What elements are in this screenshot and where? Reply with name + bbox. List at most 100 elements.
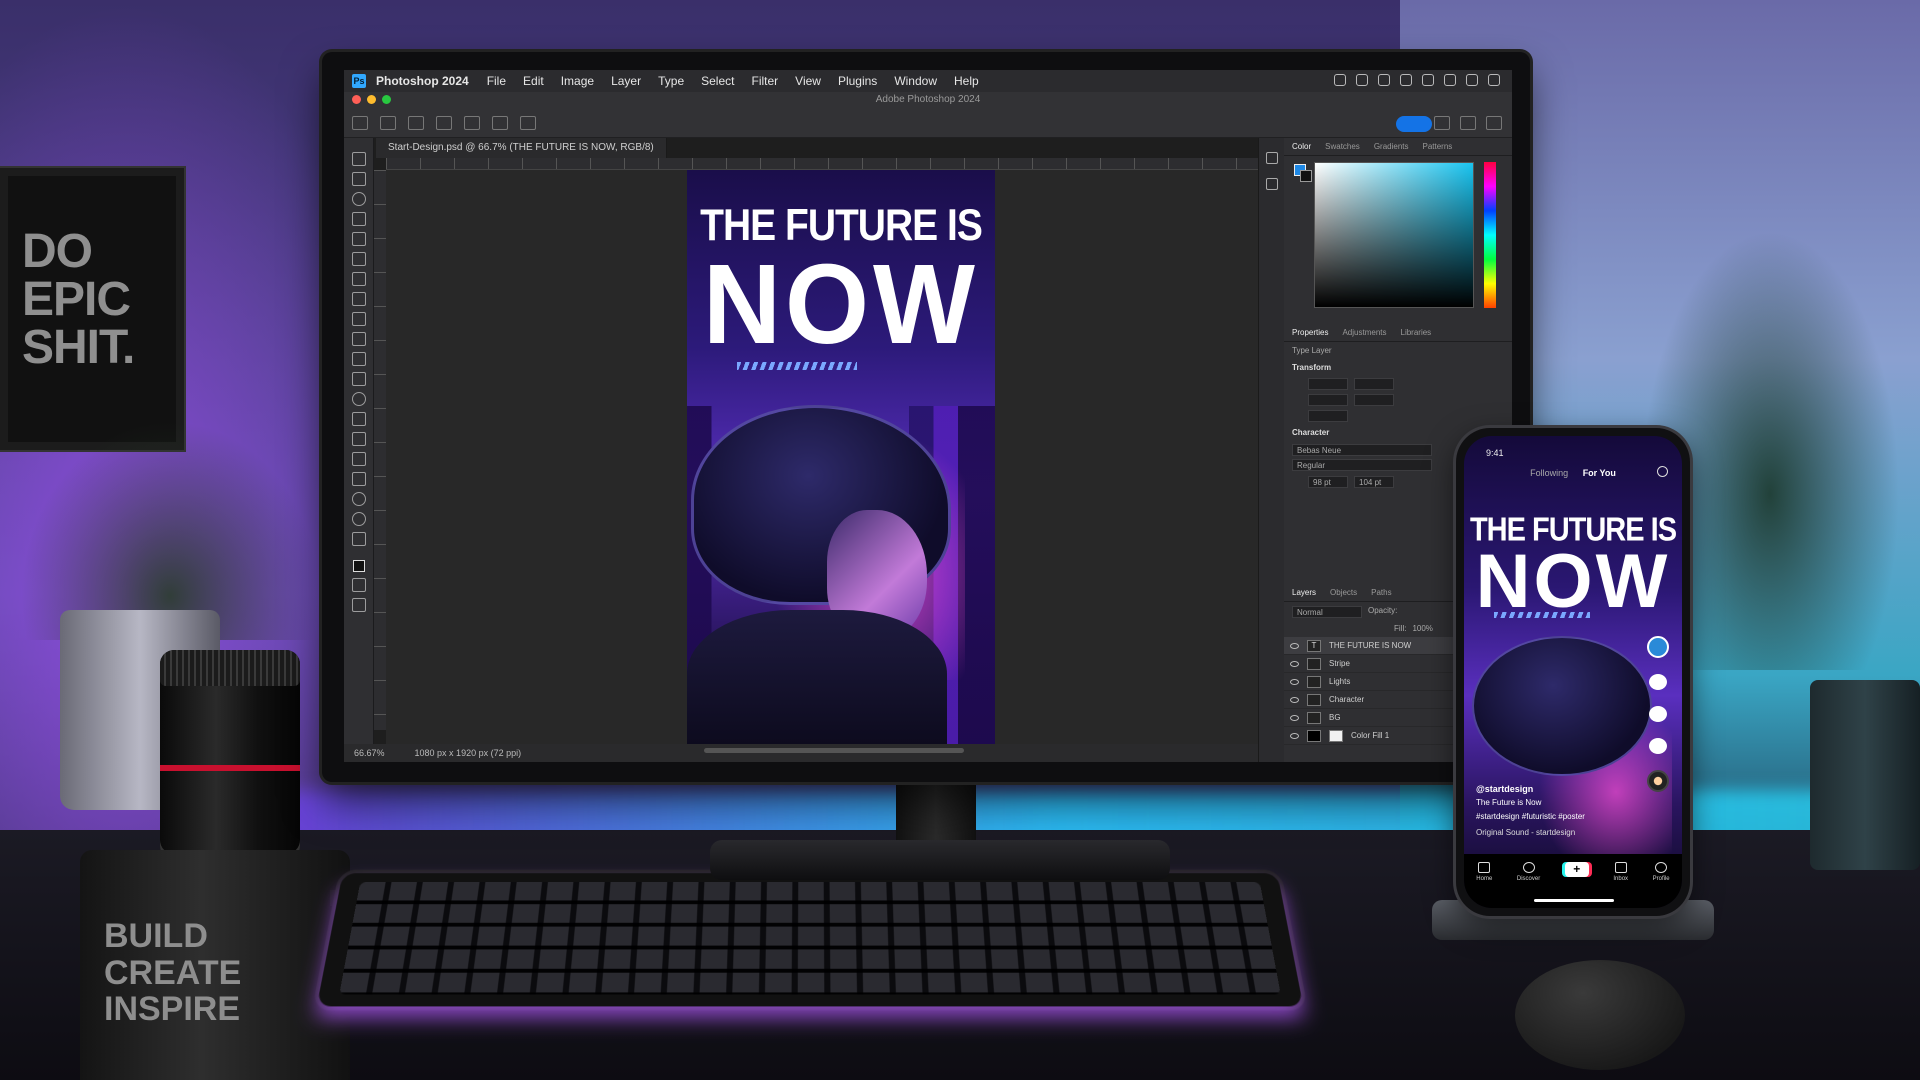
screen-mode-icon[interactable] [351, 598, 366, 612]
y-field[interactable] [1354, 394, 1394, 406]
photoshop-app-icon[interactable]: Ps [352, 74, 366, 88]
heart-icon[interactable] [1649, 674, 1667, 690]
artboard[interactable]: THE FUTURE IS NOW [687, 170, 995, 760]
hue-slider[interactable] [1484, 162, 1496, 308]
status-icon[interactable] [1378, 74, 1390, 86]
path-select-tool-icon[interactable] [351, 452, 366, 466]
status-icon[interactable] [1400, 74, 1412, 86]
home-icon[interactable] [352, 115, 368, 130]
tab-properties[interactable]: Properties [1292, 328, 1328, 337]
font-style-select[interactable]: Regular [1292, 459, 1432, 471]
object-select-tool-icon[interactable] [351, 212, 366, 226]
option-icon[interactable] [436, 115, 452, 130]
tab-gradients[interactable]: Gradients [1374, 142, 1409, 151]
tab-libraries[interactable]: Libraries [1401, 328, 1432, 337]
crop-tool-icon[interactable] [351, 232, 366, 246]
tab-paths[interactable]: Paths [1371, 588, 1391, 597]
status-icon[interactable] [1334, 74, 1346, 86]
option-icon[interactable] [464, 115, 480, 130]
tab-following[interactable]: Following [1530, 468, 1568, 478]
pen-tool-icon[interactable] [351, 412, 366, 426]
lasso-tool-icon[interactable] [351, 192, 366, 206]
nav-profile[interactable]: Profile [1653, 862, 1670, 882]
search-icon[interactable] [1488, 74, 1500, 86]
quick-mask-icon[interactable] [351, 578, 366, 592]
x-field[interactable] [1354, 378, 1394, 390]
eye-icon[interactable] [1290, 660, 1299, 667]
close-window-button[interactable] [352, 95, 361, 104]
edit-toolbar-icon[interactable] [351, 532, 366, 546]
document-info[interactable]: 1080 px x 1920 px (72 ppi) [415, 748, 522, 758]
eyedropper-tool-icon[interactable] [351, 252, 366, 266]
angle-field[interactable] [1308, 410, 1348, 422]
menu-help[interactable]: Help [954, 74, 979, 88]
history-panel-icon[interactable] [1265, 152, 1278, 164]
properties-panel-icon[interactable] [1265, 178, 1278, 190]
nav-discover[interactable]: Discover [1517, 862, 1540, 882]
tab-swatches[interactable]: Swatches [1325, 142, 1360, 151]
eye-icon[interactable] [1290, 714, 1299, 721]
comment-icon[interactable] [1649, 706, 1667, 722]
marquee-tool-icon[interactable] [351, 172, 366, 186]
background-color-chip[interactable] [1300, 170, 1312, 182]
rectangle-tool-icon[interactable] [351, 472, 366, 486]
transform-section-header[interactable]: Transform [1284, 359, 1512, 376]
brush-tool-icon[interactable] [351, 292, 366, 306]
music-disc-icon[interactable] [1647, 770, 1669, 792]
font-size-field[interactable]: 98 pt [1308, 476, 1348, 488]
workspace-icon[interactable] [1486, 116, 1502, 130]
tool-preset-icon[interactable] [380, 115, 396, 130]
status-icon[interactable] [1444, 74, 1456, 86]
width-field[interactable] [1308, 378, 1348, 390]
status-icon[interactable] [1422, 74, 1434, 86]
menu-filter[interactable]: Filter [751, 74, 778, 88]
option-icon[interactable] [492, 115, 508, 130]
app-name-menu[interactable]: Photoshop 2024 [376, 74, 469, 88]
eye-icon[interactable] [1290, 732, 1299, 739]
fill-value[interactable]: 100% [1412, 624, 1432, 633]
comments-icon[interactable] [1460, 116, 1476, 130]
dodge-tool-icon[interactable] [351, 392, 366, 406]
menu-file[interactable]: File [487, 74, 506, 88]
tab-color[interactable]: Color [1292, 142, 1311, 151]
tab-patterns[interactable]: Patterns [1423, 142, 1453, 151]
document-tab[interactable]: Start-Design.psd @ 66.7% (THE FUTURE IS … [376, 138, 667, 158]
healing-brush-tool-icon[interactable] [351, 272, 366, 286]
post-username[interactable]: @startdesign [1476, 784, 1533, 794]
eye-icon[interactable] [1290, 642, 1299, 649]
nav-create[interactable]: + [1564, 862, 1589, 877]
horizontal-scrollbar[interactable] [704, 748, 964, 753]
zoom-level[interactable]: 66.67% [354, 748, 385, 758]
menu-plugins[interactable]: Plugins [838, 74, 877, 88]
zoom-window-button[interactable] [382, 95, 391, 104]
option-icon[interactable] [520, 115, 536, 130]
nav-home[interactable]: Home [1476, 862, 1492, 882]
search-icon[interactable] [1434, 116, 1450, 130]
menu-window[interactable]: Window [894, 74, 937, 88]
leading-field[interactable]: 104 pt [1354, 476, 1394, 488]
tab-adjustments[interactable]: Adjustments [1342, 328, 1386, 337]
eye-icon[interactable] [1290, 696, 1299, 703]
height-field[interactable] [1308, 394, 1348, 406]
share-button[interactable] [1396, 116, 1432, 132]
eraser-tool-icon[interactable] [351, 352, 366, 366]
menu-type[interactable]: Type [658, 74, 684, 88]
type-tool-icon[interactable] [351, 432, 366, 446]
tab-layers[interactable]: Layers [1292, 588, 1316, 597]
menu-view[interactable]: View [795, 74, 821, 88]
option-icon[interactable] [408, 115, 424, 130]
avatar[interactable] [1647, 636, 1669, 658]
minimize-window-button[interactable] [367, 95, 376, 104]
blend-mode-select[interactable]: Normal [1292, 606, 1362, 618]
gradient-tool-icon[interactable] [351, 372, 366, 386]
clone-stamp-tool-icon[interactable] [351, 312, 366, 326]
color-picker-field[interactable] [1314, 162, 1474, 308]
hand-tool-icon[interactable] [351, 492, 366, 506]
search-icon[interactable] [1657, 466, 1668, 477]
wifi-icon[interactable] [1466, 74, 1478, 86]
history-brush-tool-icon[interactable] [351, 332, 366, 346]
post-hashtags[interactable]: #startdesign #futuristic #poster [1476, 812, 1585, 821]
status-icon[interactable] [1356, 74, 1368, 86]
canvas-area[interactable]: THE FUTURE IS NOW [386, 170, 1258, 760]
eye-icon[interactable] [1290, 678, 1299, 685]
